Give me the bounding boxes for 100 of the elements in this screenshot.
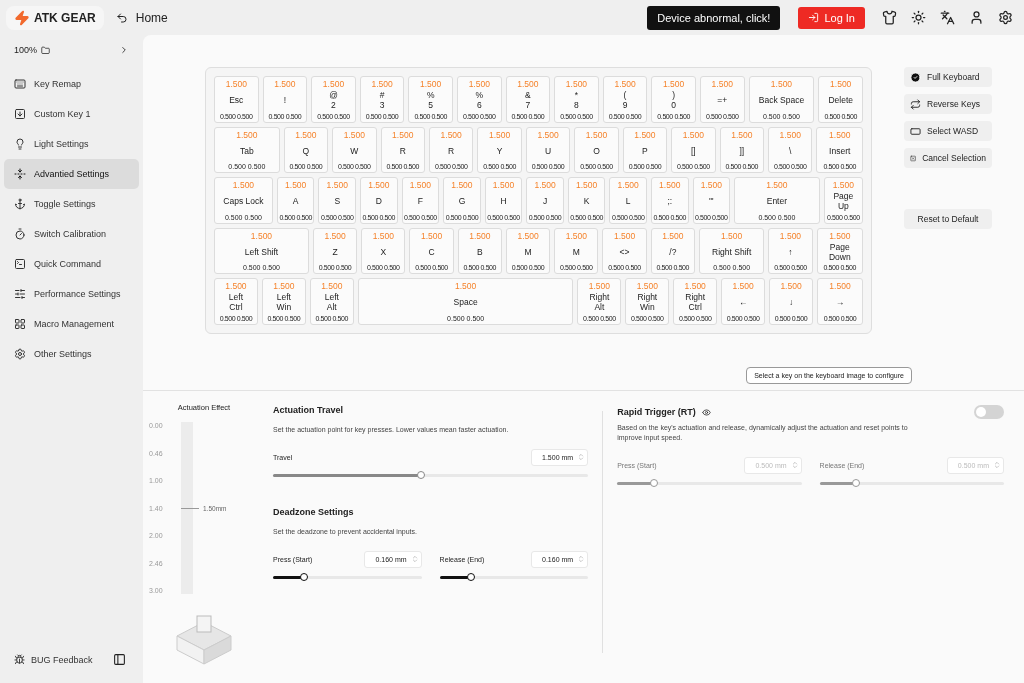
key-travel: 1.500 <box>420 230 443 241</box>
download-icon <box>14 108 26 120</box>
key-label: B <box>477 247 483 258</box>
key-travel: 1.500 <box>770 79 793 89</box>
sidebar-item[interactable]: Light Settings <box>4 129 139 159</box>
key-travel: 1.500 <box>517 230 539 241</box>
key-travel: 1.500 <box>420 79 442 89</box>
key-travel: 1.500 <box>829 281 851 292</box>
key-label: U <box>545 146 552 157</box>
key-travel: 1.500 <box>454 281 477 292</box>
key-select-button[interactable]: Reverse Keys <box>904 94 992 114</box>
eye-icon[interactable] <box>701 407 711 417</box>
key-travel: 1.500 <box>274 79 296 89</box>
key-travel: 1.500 <box>392 129 414 140</box>
key-label: ]] <box>739 146 745 157</box>
key-travel: 1.500 <box>682 129 704 140</box>
chevron-right-icon[interactable] <box>119 45 129 55</box>
key-travel: 1.500 <box>565 230 587 241</box>
key-travel: 1.500 <box>565 79 588 89</box>
sidebar-item[interactable]: Custom Key 1 <box>4 99 139 129</box>
key-label: ↓ <box>788 298 794 309</box>
key-travel: 1.500 <box>659 180 681 191</box>
key-travel: 1.500 <box>326 180 348 191</box>
settings-icon <box>14 348 26 360</box>
key-travel: 1.500 <box>469 230 491 241</box>
key-label: & 7 <box>525 91 531 111</box>
sidebar-item[interactable]: Performance Settings <box>4 279 139 309</box>
slider-thumb[interactable] <box>300 573 309 582</box>
key-travel: 1.500 <box>780 281 802 292</box>
key-travel: 1.500 <box>732 281 754 292</box>
key-label: C <box>428 247 435 258</box>
key-travel: 1.500 <box>779 230 802 241</box>
key-travel: 1.500 <box>321 281 343 292</box>
key-label: @ 2 <box>329 91 338 111</box>
slider-thumb[interactable] <box>852 479 861 488</box>
key-travel: 1.500 <box>832 180 854 191</box>
sidebar-item[interactable]: Advantied Settings <box>4 159 139 189</box>
key-travel: 1.500 <box>613 230 636 241</box>
device-alert-button[interactable]: Device abnormal, click! <box>647 5 781 30</box>
reset-button[interactable]: Reset to Default <box>904 209 992 229</box>
key-label: Tab <box>239 146 254 157</box>
sidebar-item[interactable]: Macro Management <box>4 309 139 339</box>
key-travel: 1.500 <box>829 230 851 241</box>
key-label: Esc <box>229 95 244 106</box>
feedback-link[interactable]: BUG Feedback <box>14 654 93 665</box>
key-label: A <box>292 197 299 207</box>
key-travel: 1.500 <box>440 129 462 140</box>
key-label: Page Down <box>828 242 851 263</box>
key-travel: 1.500 <box>343 129 365 140</box>
slider-thumb[interactable] <box>650 479 659 488</box>
key-travel: 1.500 <box>492 180 515 191</box>
key-travel: 1.500 <box>295 129 317 140</box>
key-travel: 1.500 <box>731 129 753 140</box>
key-travel: 1.500 <box>636 281 658 292</box>
key-label: X <box>380 247 387 258</box>
key-label: R <box>399 146 406 157</box>
key-label: ↑ <box>788 247 793 258</box>
sidebar-item[interactable]: Quick Command <box>4 249 139 279</box>
sidebar-item[interactable]: Other Settings <box>4 339 139 369</box>
key-label: ;: <box>667 197 673 207</box>
key-travel: 1.500 <box>236 129 258 140</box>
key-label: D <box>375 197 382 207</box>
travel-slider[interactable] <box>273 473 589 477</box>
key-travel: 1.500 <box>634 129 656 140</box>
home-link[interactable]: Home <box>115 10 168 25</box>
key-label: ) 0 <box>671 91 676 111</box>
key-travel: 1.500 <box>372 230 394 241</box>
slider-thumb[interactable] <box>417 471 426 480</box>
battery-level: 100% <box>14 45 38 55</box>
key-travel: 1.500 <box>585 129 608 140</box>
key-travel: 1.500 <box>700 180 722 191</box>
sidebar-item[interactable]: Key Remap <box>4 69 139 99</box>
slider-thumb[interactable] <box>466 573 475 582</box>
key-travel: 1.500 <box>721 230 743 241</box>
login-button[interactable]: Log In <box>798 6 865 29</box>
keyboard-icon <box>14 78 26 90</box>
key-label: [] <box>691 146 696 157</box>
brand-logo[interactable]: ATK GEAR <box>6 5 104 30</box>
key-label: ! <box>283 95 287 106</box>
folder-icon <box>41 45 51 55</box>
key-label: =+ <box>717 95 728 106</box>
key-select-button[interactable]: Cancel Selection <box>904 148 992 168</box>
timer-icon <box>14 228 26 240</box>
key-travel: 1.500 <box>368 180 390 191</box>
key-label: \ <box>789 146 792 157</box>
key-label: Left Ctrl <box>228 293 244 313</box>
rapid-trigger-toggle[interactable] <box>974 405 1004 419</box>
key-label: O <box>593 146 600 157</box>
check-icon <box>910 71 921 83</box>
sidebar-item[interactable]: Switch Calibration <box>4 219 139 249</box>
key-label: H <box>500 197 507 207</box>
key-label: K <box>583 197 590 207</box>
key-label: Right Alt <box>589 293 610 313</box>
key-label: # 3 <box>379 91 385 111</box>
sidebar-item[interactable]: Toggle Settings <box>4 189 139 219</box>
grid-icon <box>14 318 26 330</box>
key-select-button[interactable]: Full Keyboard <box>904 67 992 87</box>
key-label: % 5 <box>426 91 435 111</box>
key-select-button[interactable]: Select WASD <box>904 121 992 141</box>
key-label: Right Win <box>637 293 658 313</box>
